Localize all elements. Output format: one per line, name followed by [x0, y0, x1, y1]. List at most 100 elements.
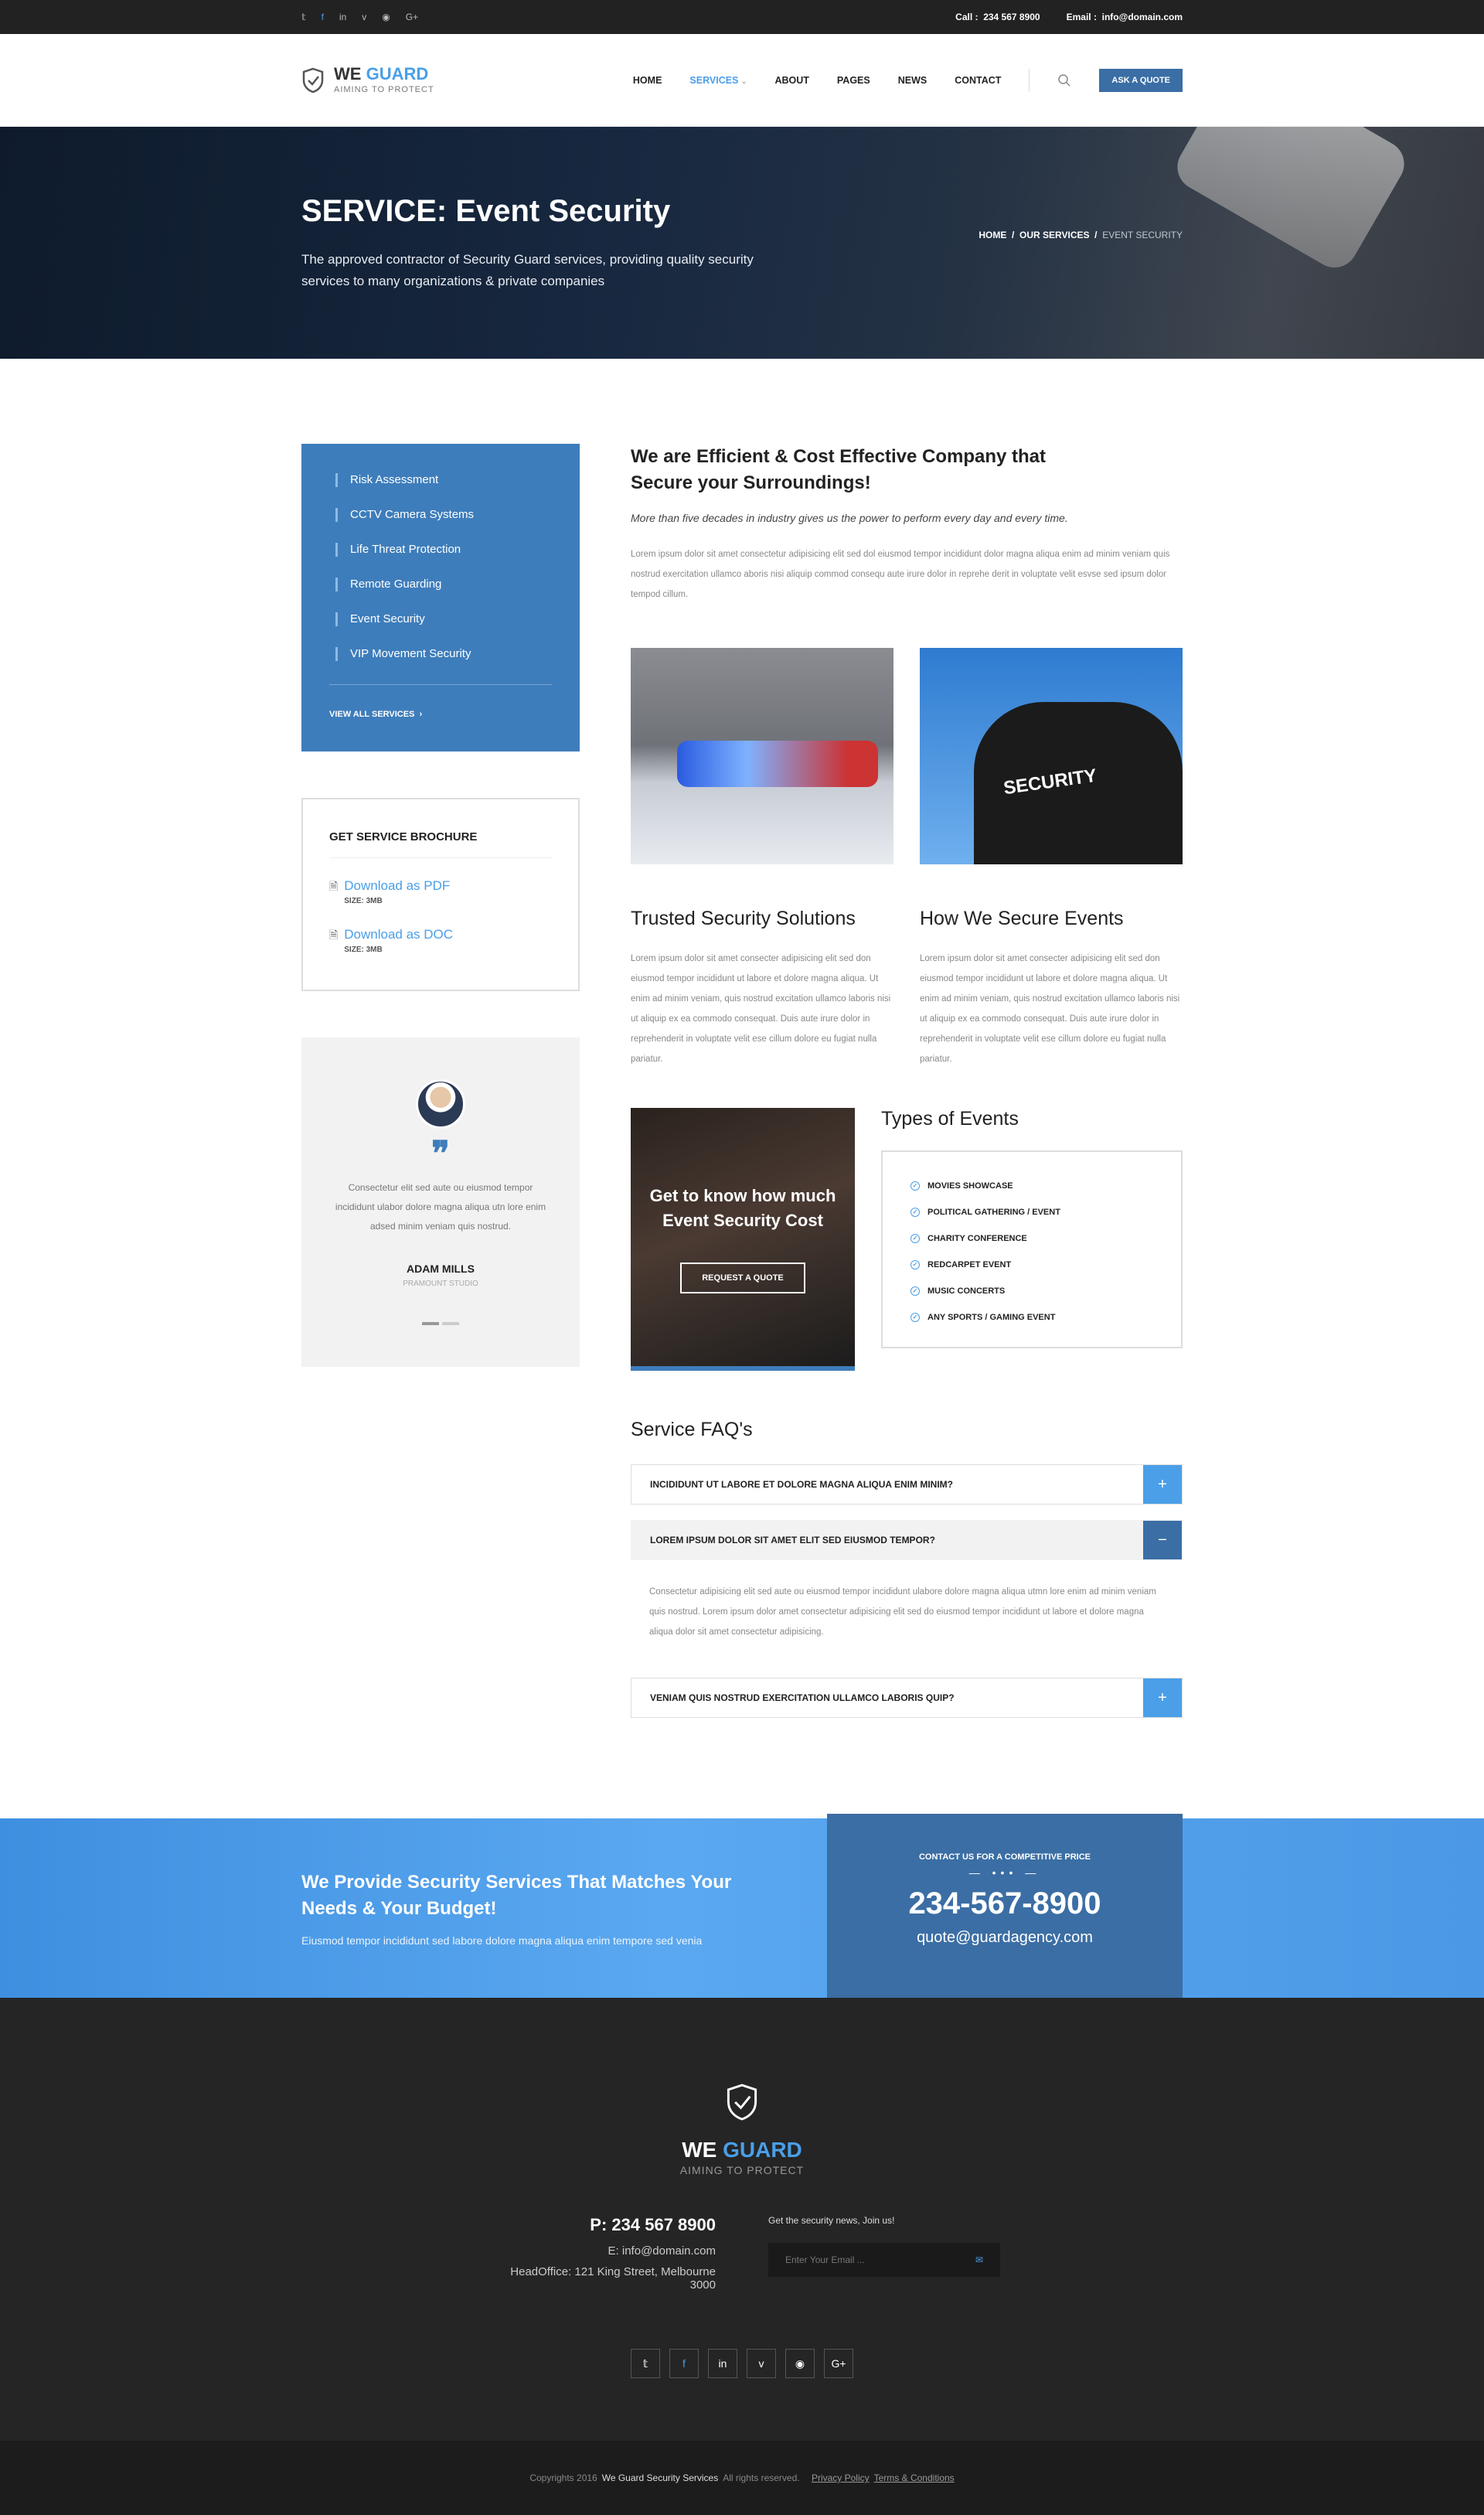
intro-body: Lorem ipsum dolor sit amet consectetur a…	[631, 550, 1170, 599]
linkedin-icon[interactable]: in	[708, 2349, 737, 2378]
breadcrumb-home[interactable]: HOME	[979, 230, 1006, 240]
service-item-cctv[interactable]: CCTV Camera Systems	[335, 508, 552, 522]
vimeo-icon[interactable]: v	[747, 2349, 776, 2378]
vimeo-icon[interactable]: v	[362, 12, 366, 22]
terms-link[interactable]: Terms & Conditions	[874, 2472, 955, 2483]
event-types-box: ✓ MOVIES SHOWCASE ✓ POLITICAL GATHERING / …	[881, 1150, 1183, 1348]
main-content: Risk Assessment CCTV Camera Systems Life…	[0, 359, 1484, 1733]
service-item-life-threat[interactable]: Life Threat Protection	[335, 543, 552, 557]
contact-price-box: CONTACT US FOR A COMPETITIVE PRICE — •••…	[827, 1814, 1183, 2004]
plus-icon[interactable]: +	[1143, 1678, 1182, 1717]
feature-text: Lorem ipsum dolor sit amet consecter adi…	[920, 954, 1180, 1064]
service-item-risk-assessment[interactable]: Risk Assessment	[335, 473, 552, 487]
cost-promo: Get to know how much Event Security Cost…	[631, 1108, 855, 1371]
download-doc[interactable]: 🗎 Download as DOC SIZE: 3MB	[329, 927, 552, 954]
event-types-title: Types of Events	[881, 1108, 1019, 1130]
faq-question[interactable]: INCIDIDUNT UT LABORE ET DOLORE MAGNA ALI…	[631, 1465, 1143, 1504]
twitter-icon[interactable]: 𝕥	[631, 2349, 660, 2378]
check-icon: ✓	[910, 1234, 920, 1243]
twitter-icon[interactable]: 𝕥	[301, 12, 306, 22]
view-all-services-link[interactable]: VIEW ALL SERVICES ›	[329, 710, 422, 719]
ask-a-quote-button[interactable]: ASK A QUOTE	[1099, 68, 1183, 92]
newsletter-label: Get the security news, Join us!	[768, 2215, 895, 2226]
nav-home[interactable]: HOME	[633, 75, 662, 86]
service-item-event-security[interactable]: Event Security	[335, 612, 552, 626]
breadcrumb: HOME / OUR SERVICES / EVENT SECURITY	[979, 230, 1183, 240]
download-pdf-link[interactable]: Download as PDF	[344, 878, 450, 894]
search-icon[interactable]	[1057, 73, 1071, 87]
faq-item[interactable]: VENIAM QUIS NOSTRUD EXERCITATION ULLAMCO…	[631, 1678, 1183, 1718]
promo-row: Get to know how much Event Security Cost…	[631, 1108, 1183, 1371]
logo-name: WE GUARD	[334, 64, 429, 83]
download-pdf[interactable]: 🗎 Download as PDF SIZE: 3MB	[329, 878, 552, 905]
rss-icon[interactable]: ◉	[785, 2349, 815, 2378]
nav-divider	[1029, 68, 1030, 92]
copyright-rights: All rights reserved.	[723, 2472, 800, 2483]
nav-contact[interactable]: CONTACT	[955, 75, 1001, 86]
shield-logo-icon	[302, 67, 324, 93]
footer-phone[interactable]: P: 234 567 8900	[484, 2215, 716, 2235]
service-list-divider	[329, 684, 552, 685]
nav-news[interactable]: NEWS	[898, 75, 928, 86]
quote-icon: ❞	[431, 1135, 450, 1173]
check-icon: ✓	[910, 1286, 920, 1296]
footer-email[interactable]: E: info@domain.com	[484, 2244, 716, 2258]
decorative-divider: — ••• —	[968, 1866, 1041, 1879]
envelope-icon[interactable]: ✉	[975, 2254, 983, 2265]
rss-icon[interactable]: ◉	[382, 12, 390, 22]
list-item: ✓ POLITICAL GATHERING / EVENT	[910, 1208, 1153, 1217]
avatar	[416, 1079, 465, 1129]
nav-services[interactable]: SERVICES ⌄	[689, 75, 747, 86]
feature-title: How We Secure Events	[920, 908, 1124, 929]
newsletter-email-input[interactable]: Enter Your Email ...	[785, 2254, 865, 2265]
download-pdf-size: SIZE: 3MB	[344, 897, 383, 905]
facebook-icon[interactable]: f	[322, 12, 324, 22]
faq-item-open[interactable]: LOREM IPSUM DOLOR SIT AMET ELIT SED EIUS…	[631, 1520, 1183, 1560]
faq-question[interactable]: LOREM IPSUM DOLOR SIT AMET ELIT SED EIUS…	[631, 1521, 1143, 1559]
cta-email[interactable]: quote@guardagency.com	[827, 1929, 1183, 1947]
service-item-vip-movement[interactable]: VIP Movement Security	[335, 647, 552, 661]
sidebar: Risk Assessment CCTV Camera Systems Life…	[301, 444, 580, 1733]
breadcrumb-services[interactable]: OUR SERVICES	[1019, 230, 1089, 240]
newsletter-form: Enter Your Email ... ✉	[768, 2243, 1000, 2277]
brochure-box: GET SERVICE BROCHURE 🗎 Download as PDF S…	[301, 798, 580, 991]
nav-about[interactable]: ABOUT	[774, 75, 808, 86]
topbar-call: Call : 234 567 8900	[955, 12, 1040, 22]
feature-column: Trusted Security Solutions Lorem ipsum d…	[631, 908, 893, 1069]
testimonial-name: ADAM MILLS	[407, 1263, 475, 1275]
footer-contact: P: 234 567 8900 E: info@domain.com HeadO…	[0, 2215, 1484, 2299]
camera-graphic	[1169, 127, 1413, 276]
list-item: ✓ MOVIES SHOWCASE	[910, 1181, 1153, 1191]
page-title: SERVICE: Event Security	[301, 193, 671, 228]
feature-column: How We Secure Events Lorem ipsum dolor s…	[920, 908, 1183, 1069]
footer-socials: 𝕥 f in v ◉ G+	[0, 2349, 1484, 2378]
request-a-quote-button[interactable]: REQUEST A QUOTE	[680, 1263, 805, 1293]
facebook-icon[interactable]: f	[669, 2349, 699, 2378]
nav-pages[interactable]: PAGES	[837, 75, 870, 86]
plus-icon[interactable]: +	[1143, 1465, 1182, 1504]
intro-heading: We are Efficient & Cost Effective Compan…	[631, 446, 1046, 493]
article: We are Efficient & Cost Effective Compan…	[631, 444, 1183, 1733]
service-item-remote-guarding[interactable]: Remote Guarding	[335, 578, 552, 591]
faq-question[interactable]: VENIAM QUIS NOSTRUD EXERCITATION ULLAMCO…	[631, 1678, 1143, 1717]
google-plus-icon[interactable]: G+	[824, 2349, 853, 2378]
topbar-email[interactable]: Email : info@domain.com	[1067, 12, 1183, 22]
privacy-policy-link[interactable]: Privacy Policy	[812, 2472, 870, 2483]
slider-dots	[328, 1322, 553, 1325]
feature-title: Trusted Security Solutions	[631, 908, 856, 929]
cta-phone[interactable]: 234-567-8900	[827, 1886, 1183, 1921]
faq-title: Service FAQ's	[631, 1419, 753, 1440]
slider-dot[interactable]	[422, 1322, 439, 1325]
slider-dot[interactable]	[442, 1322, 459, 1325]
faq-item[interactable]: INCIDIDUNT UT LABORE ET DOLORE MAGNA ALI…	[631, 1464, 1183, 1505]
check-icon: ✓	[910, 1208, 920, 1217]
promo-title: Get to know how much Event Security Cost	[649, 1186, 836, 1230]
pdf-file-icon: 🗎	[329, 880, 339, 892]
minus-icon[interactable]: −	[1143, 1521, 1182, 1559]
google-plus-icon[interactable]: G+	[406, 12, 418, 22]
check-icon: ✓	[910, 1181, 920, 1191]
linkedin-icon[interactable]: in	[339, 12, 346, 22]
site-logo[interactable]: WE GUARD AIMING TO PROTECT	[301, 66, 434, 94]
download-doc-link[interactable]: Download as DOC	[344, 927, 453, 942]
contact-price-label: CONTACT US FOR A COMPETITIVE PRICE	[918, 1852, 1091, 1862]
